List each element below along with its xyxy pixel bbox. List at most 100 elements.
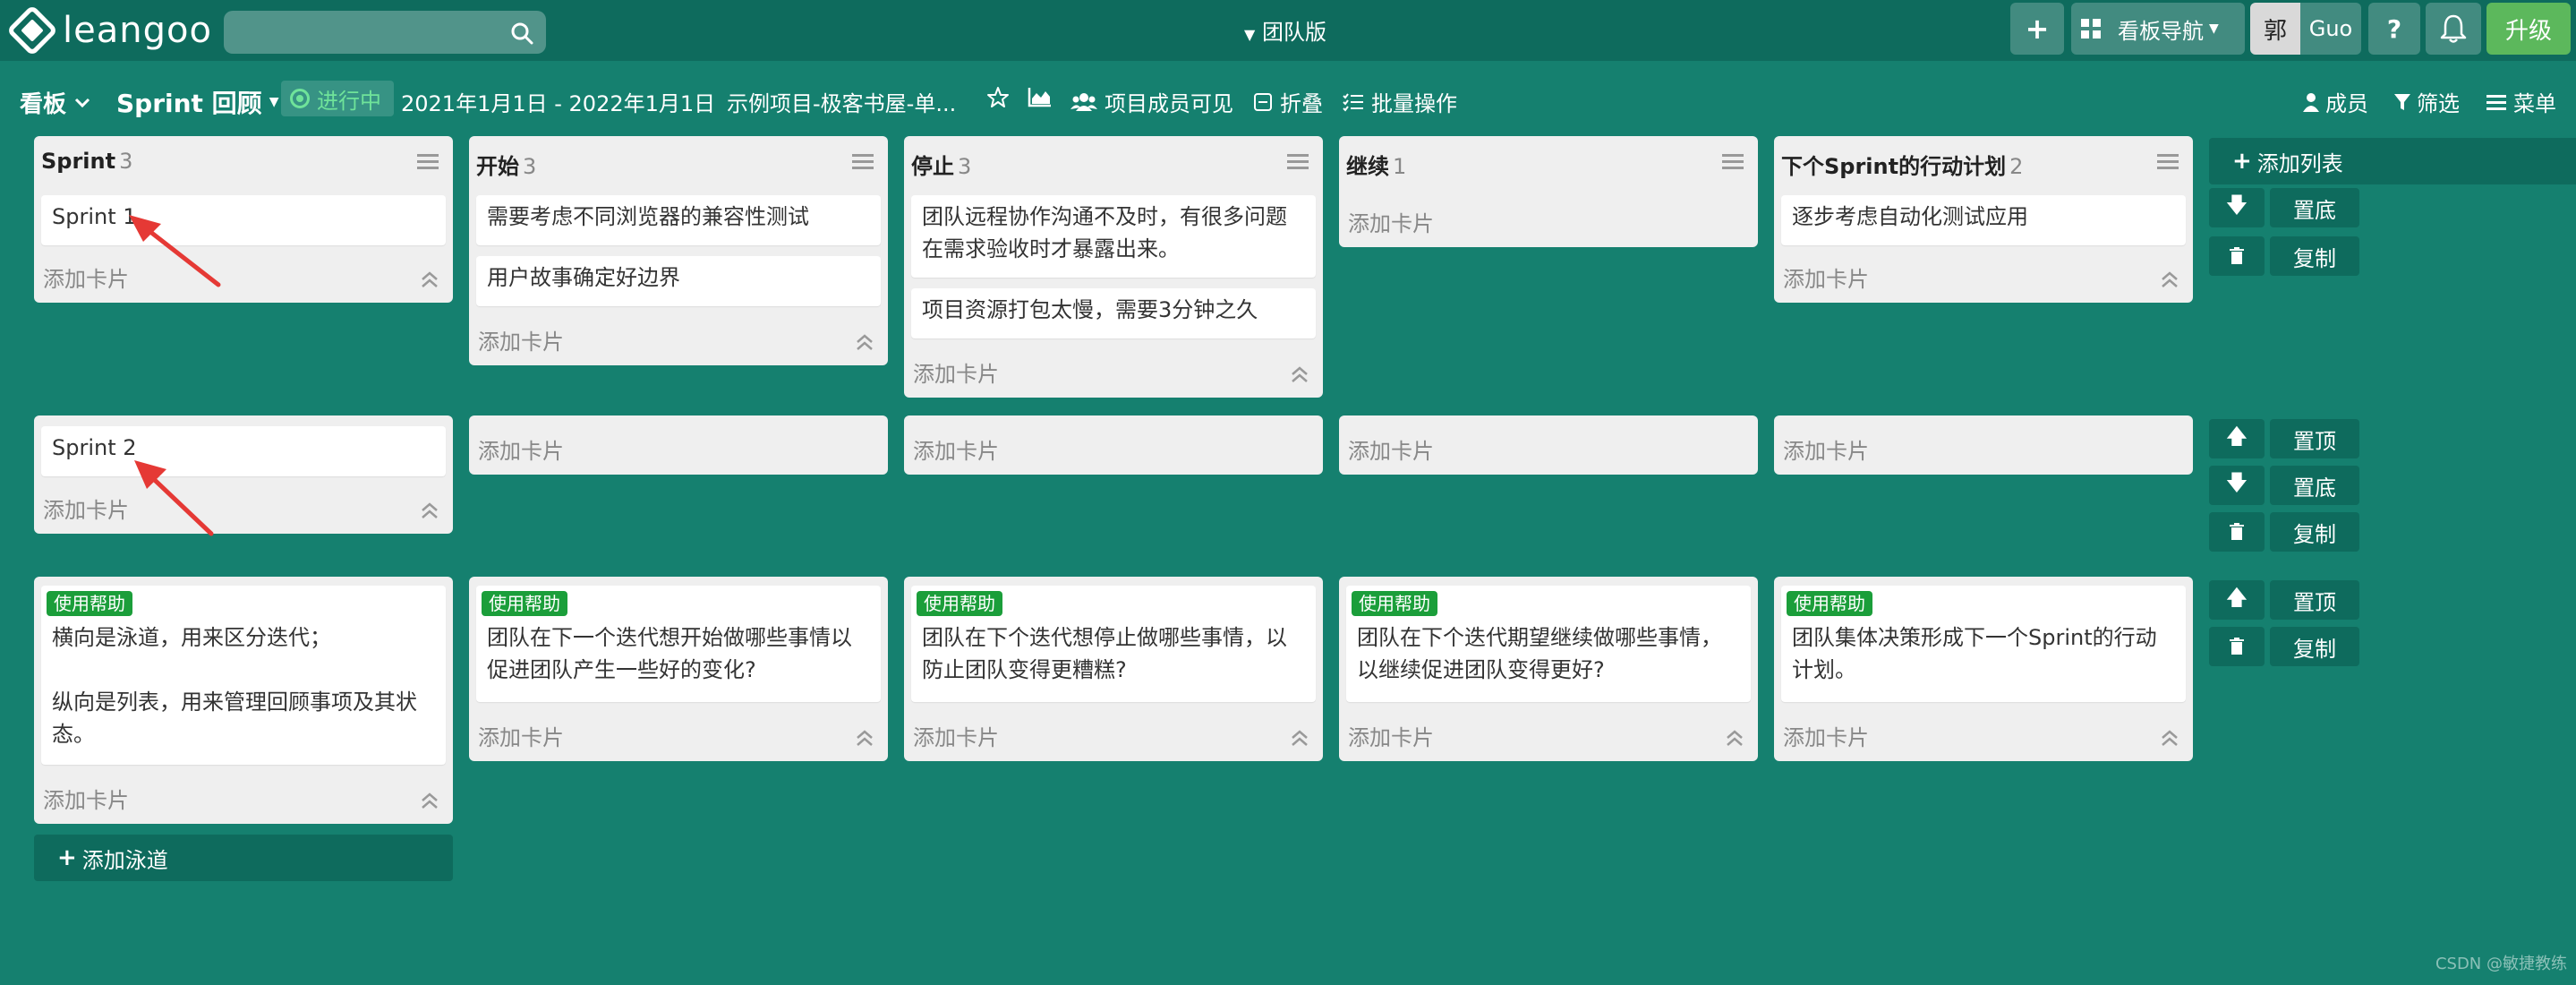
user-avatar[interactable]: 郭 [2250, 3, 2300, 55]
list-menu-icon[interactable] [1287, 154, 1309, 170]
list-title[interactable]: 继续 1 [1346, 149, 1406, 180]
card[interactable]: Sprint 1 [41, 195, 446, 245]
card[interactable]: Sprint 2 [41, 426, 446, 476]
view-switcher[interactable]: 看板 [20, 86, 91, 119]
move-bottom-button[interactable]: 置底 [2270, 188, 2359, 227]
card-text: 团队在下一个迭代想开始做哪些事情以促进团队产生一些好的变化? [487, 625, 852, 682]
edition-switcher[interactable]: ▼ 团队版 [1244, 14, 1326, 46]
add-card-button[interactable]: 添加卡片 [913, 720, 999, 751]
board-nav-label: 看板导航 [2118, 18, 2204, 44]
add-card-button[interactable]: 添加卡片 [1783, 720, 1869, 751]
list-title-text: 下个Sprint的行动计划 [1781, 154, 2007, 179]
list-menu-icon[interactable] [1722, 154, 1744, 170]
card[interactable]: 需要考虑不同浏览器的兼容性测试 [476, 195, 881, 245]
add-card-button[interactable]: 添加卡片 [1348, 433, 1434, 465]
card[interactable]: 使用帮助 横向是泳道，用来区分迭代； 纵向是列表，用来管理回顾事项及其状态。 [41, 586, 446, 765]
copy-lane-button[interactable]: 复制 [2270, 236, 2359, 276]
list-count: 1 [1393, 154, 1407, 179]
move-top-icon-button[interactable]: 🡅 [2209, 419, 2265, 458]
menu-button[interactable]: 菜单 [2486, 86, 2556, 117]
add-card-button[interactable]: 添加卡片 [1348, 720, 1434, 751]
status-badge[interactable]: 进行中 [281, 81, 394, 116]
star-button[interactable] [986, 86, 1010, 109]
card[interactable]: 使用帮助 团队在下个迭代期望继续做哪些事情，以继续促进团队变得更好? [1346, 586, 1751, 702]
card[interactable]: 团队远程协作沟通不及时，有很多问题在需求验收时才暴露出来。 [911, 195, 1316, 278]
collapse-up-icon[interactable] [1724, 727, 1745, 749]
delete-lane-button[interactable] [2209, 627, 2265, 666]
collapse-up-icon[interactable] [1289, 727, 1310, 749]
collapse-up-icon[interactable] [854, 331, 875, 353]
list-count: 3 [523, 154, 537, 179]
card-text: 纵向是列表，用来管理回顾事项及其状态。 [52, 690, 417, 747]
card[interactable]: 用户故事确定好边界 [476, 256, 881, 306]
board-nav-button[interactable]: 看板导航 ▼ [2071, 3, 2245, 55]
card[interactable]: 使用帮助 团队集体决策形成下一个Sprint的行动计划。 [1781, 586, 2186, 702]
add-card-button[interactable]: 添加卡片 [478, 433, 564, 465]
list-title[interactable]: Sprint 3 [41, 149, 132, 174]
notifications-button[interactable] [2426, 3, 2481, 55]
collapse-up-icon[interactable] [419, 269, 440, 290]
add-card-button[interactable]: 添加卡片 [913, 356, 999, 388]
collapse-up-icon[interactable] [2159, 269, 2180, 290]
members-button[interactable]: 成员 [2302, 86, 2368, 117]
list-menu-icon[interactable] [417, 154, 439, 170]
card[interactable]: 项目资源打包太慢，需要3分钟之久 [911, 288, 1316, 338]
filter-icon [2394, 93, 2410, 110]
add-card-button[interactable]: 添加卡片 [478, 720, 564, 751]
chart-button[interactable] [1028, 86, 1053, 107]
batch-operation-button[interactable]: 批量操作 [1343, 86, 1457, 117]
add-card-button[interactable]: 添加卡片 [1348, 206, 1434, 237]
copy-lane-button[interactable]: 复制 [2270, 627, 2359, 666]
visibility-button[interactable]: 项目成员可见 [1070, 86, 1233, 117]
add-card-button[interactable]: 添加卡片 [43, 783, 129, 814]
search-input[interactable] [224, 11, 546, 54]
add-card-button[interactable]: 添加卡片 [1783, 433, 1869, 465]
watermark: CSDN @敏捷教练 [2435, 955, 2567, 973]
add-card-button[interactable]: 添加卡片 [478, 324, 564, 355]
add-card-button[interactable]: 添加卡片 [1783, 261, 1869, 293]
logo[interactable]: leangoo [9, 7, 212, 54]
list-title[interactable]: 开始 3 [476, 149, 536, 180]
move-bottom-button[interactable]: 置底 [2270, 466, 2359, 505]
move-bottom-icon-button[interactable]: 🡇 [2209, 188, 2265, 227]
delete-lane-button[interactable] [2209, 512, 2265, 552]
move-top-button[interactable]: 置顶 [2270, 580, 2359, 620]
collapse-up-icon[interactable] [1289, 364, 1310, 385]
add-card-button[interactable]: 添加卡片 [913, 433, 999, 465]
card[interactable]: 逐步考虑自动化测试应用 [1781, 195, 2186, 245]
card[interactable]: 使用帮助 团队在下一个迭代想开始做哪些事情以促进团队产生一些好的变化? [476, 586, 881, 702]
list-title[interactable]: 停止 3 [911, 149, 971, 180]
delete-lane-button[interactable] [2209, 236, 2265, 276]
project-name[interactable]: 示例项目-极客书屋-单... [727, 86, 956, 117]
add-button[interactable]: + [2010, 3, 2064, 55]
upgrade-button[interactable]: 升级 [2486, 3, 2571, 55]
board-name-switcher[interactable]: Sprint 回顾 ▼ [116, 84, 278, 120]
add-card-button[interactable]: 添加卡片 [43, 261, 129, 293]
move-bottom-icon-button[interactable]: 🡇 [2209, 466, 2265, 505]
user-name-button[interactable]: Guo [2300, 3, 2361, 55]
list-menu-icon[interactable] [852, 154, 874, 170]
move-top-button[interactable]: 置顶 [2270, 419, 2359, 458]
plus-icon: + [57, 844, 77, 871]
help-button[interactable]: ? [2368, 3, 2420, 55]
collapse-up-icon[interactable] [2159, 727, 2180, 749]
collapse-up-icon[interactable] [419, 790, 440, 811]
list-title-text: 停止 [911, 154, 954, 179]
list-menu-icon[interactable] [2157, 154, 2179, 170]
card[interactable]: 使用帮助 团队在下个迭代想停止做哪些事情，以防止团队变得更糟糕? [911, 586, 1316, 702]
caret-down-icon: ▼ [2209, 21, 2219, 36]
move-top-icon-button[interactable]: 🡅 [2209, 580, 2265, 620]
list-title[interactable]: 下个Sprint的行动计划 2 [1781, 149, 2023, 180]
collapse-up-icon[interactable] [419, 500, 440, 521]
add-list-button[interactable]: + 添加列表 [2209, 138, 2576, 184]
add-card-button[interactable]: 添加卡片 [43, 492, 129, 524]
collapse-up-icon[interactable] [854, 727, 875, 749]
list-start-lane2: 添加卡片 [469, 415, 888, 475]
user-icon [2303, 92, 2319, 112]
filter-button[interactable]: 筛选 [2393, 86, 2460, 117]
list-sprint: Sprint 3 Sprint 1 添加卡片 [34, 136, 453, 303]
add-lane-button[interactable]: + 添加泳道 [34, 835, 453, 881]
fold-button[interactable]: 折叠 [1253, 86, 1323, 117]
bell-icon [2440, 14, 2467, 43]
copy-lane-button[interactable]: 复制 [2270, 512, 2359, 552]
